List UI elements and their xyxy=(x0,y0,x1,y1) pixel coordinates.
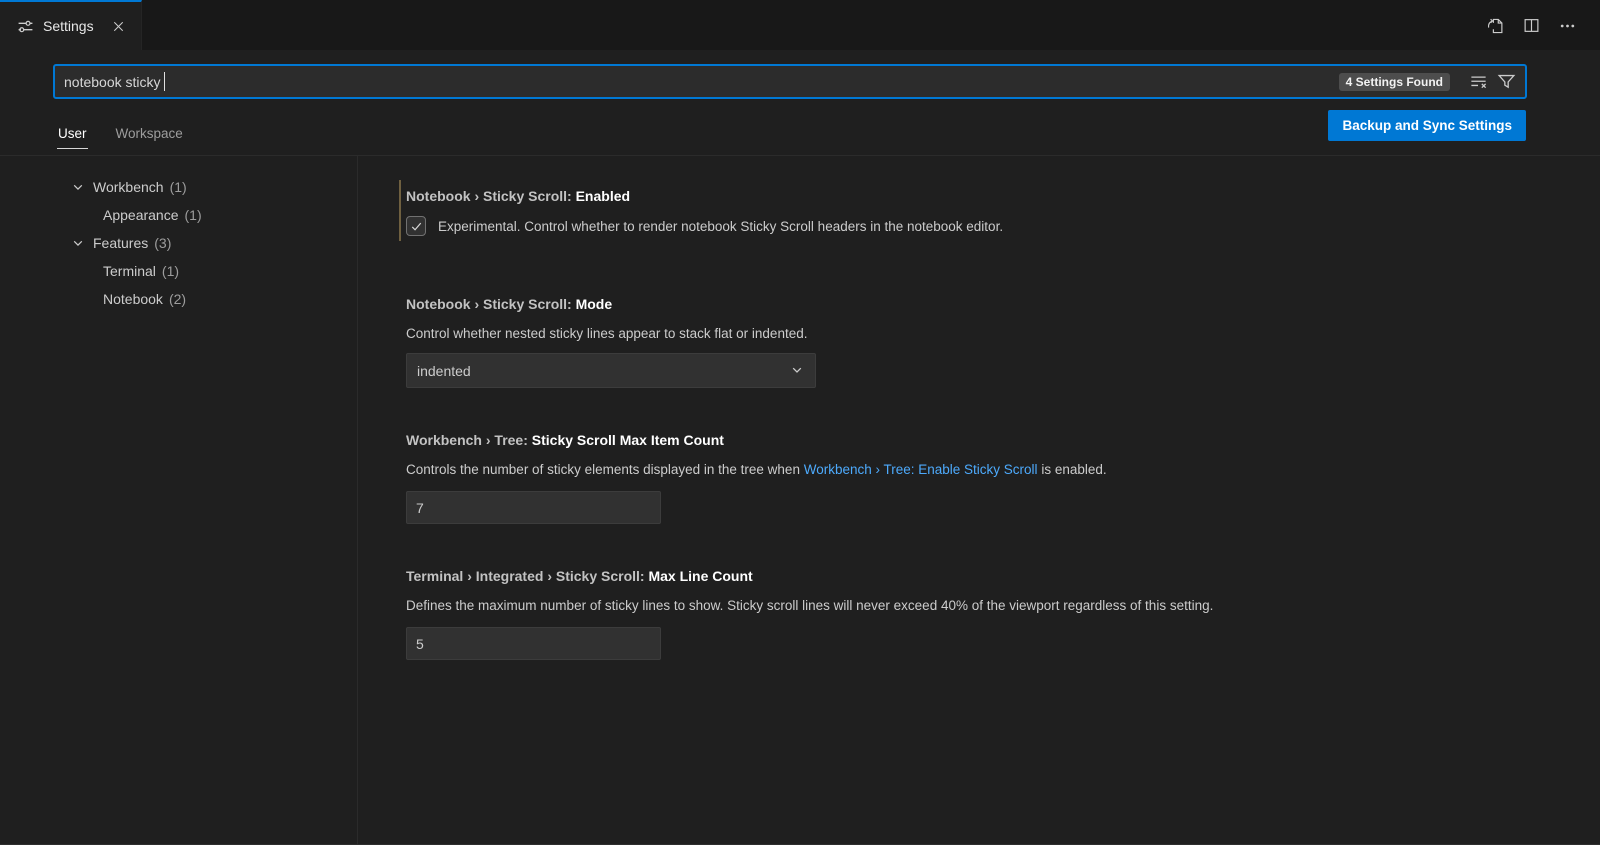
toc-count: (1) xyxy=(170,179,187,195)
toc-item-notebook[interactable]: Notebook (2) xyxy=(0,285,357,313)
toc-count: (1) xyxy=(185,207,202,223)
setting-tree-sticky-scroll-max-item-count: Workbench › Tree: Sticky Scroll Max Item… xyxy=(406,430,1560,524)
tab-title: Settings xyxy=(43,18,94,34)
toc-count: (2) xyxy=(169,291,186,307)
setting-description: Controls the number of sticky elements d… xyxy=(406,460,1560,479)
settings-list: Notebook › Sticky Scroll: Enabled Experi… xyxy=(358,156,1600,844)
tab-workspace[interactable]: Workspace xyxy=(115,126,184,149)
chevron-down-icon xyxy=(70,179,86,195)
setting-notebook-sticky-scroll-mode: Notebook › Sticky Scroll: Mode Control w… xyxy=(406,294,1560,388)
search-text: notebook sticky xyxy=(64,74,161,90)
chevron-down-icon xyxy=(789,362,806,379)
mode-select-dropdown[interactable]: indented xyxy=(406,353,816,388)
search-row: notebook sticky 4 Settings Found xyxy=(0,50,1600,99)
text-caret xyxy=(164,72,166,91)
editor-actions xyxy=(1487,0,1600,50)
toc-label: Appearance xyxy=(103,207,179,223)
setting-notebook-sticky-scroll-enabled: Notebook › Sticky Scroll: Enabled Experi… xyxy=(406,186,1560,236)
chevron-down-icon xyxy=(70,235,86,251)
toc-label: Notebook xyxy=(103,291,163,307)
backup-sync-settings-button[interactable]: Backup and Sync Settings xyxy=(1328,110,1526,141)
max-item-count-input[interactable] xyxy=(406,491,661,524)
scope-tabs: User Workspace xyxy=(57,126,184,155)
setting-title: Notebook › Sticky Scroll: Enabled xyxy=(406,186,1560,206)
close-icon[interactable] xyxy=(111,18,128,35)
settings-header: User Workspace Backup and Sync Settings xyxy=(0,99,1600,156)
open-settings-json-icon[interactable] xyxy=(1487,17,1504,34)
setting-terminal-sticky-scroll-max-line-count: Terminal › Integrated › Sticky Scroll: M… xyxy=(406,566,1560,660)
tab-user[interactable]: User xyxy=(57,126,88,149)
select-value: indented xyxy=(417,363,471,379)
setting-title: Terminal › Integrated › Sticky Scroll: M… xyxy=(406,566,1560,586)
results-count-badge: 4 Settings Found xyxy=(1339,73,1450,91)
setting-description: Defines the maximum number of sticky lin… xyxy=(406,596,1560,615)
toc-item-terminal[interactable]: Terminal (1) xyxy=(0,257,357,285)
toc-item-features[interactable]: Features (3) xyxy=(0,229,357,257)
setting-description: Experimental. Control whether to render … xyxy=(438,217,1003,236)
checkbox-checked[interactable] xyxy=(406,216,426,236)
checkmark-icon xyxy=(410,220,423,233)
filter-icon[interactable] xyxy=(1497,72,1516,91)
tab-settings[interactable]: Settings xyxy=(0,0,142,50)
split-editor-icon[interactable] xyxy=(1523,17,1540,34)
setting-title: Workbench › Tree: Sticky Scroll Max Item… xyxy=(406,430,1560,450)
clear-search-results-icon[interactable] xyxy=(1469,72,1488,91)
max-line-count-input[interactable] xyxy=(406,627,661,660)
settings-search-input[interactable]: notebook sticky 4 Settings Found xyxy=(53,64,1527,99)
more-actions-icon[interactable] xyxy=(1559,17,1576,34)
enable-sticky-scroll-link[interactable]: Workbench › Tree: Enable Sticky Scroll xyxy=(804,462,1038,477)
toc-label: Terminal xyxy=(103,263,156,279)
toc-item-appearance[interactable]: Appearance (1) xyxy=(0,201,357,229)
editor-tab-bar: Settings xyxy=(0,0,1600,50)
toc-count: (1) xyxy=(162,263,179,279)
settings-body: Workbench (1) Appearance (1) Features (3… xyxy=(0,156,1600,844)
toc-count: (3) xyxy=(154,235,171,251)
setting-title: Notebook › Sticky Scroll: Mode xyxy=(406,294,1560,314)
toc-label: Features xyxy=(93,235,148,251)
modified-indicator xyxy=(399,180,401,241)
toc-label: Workbench xyxy=(93,179,164,195)
vscode-settings-window: Settings xyxy=(0,0,1600,845)
settings-sliders-icon xyxy=(17,18,34,35)
toc-item-workbench[interactable]: Workbench (1) xyxy=(0,173,357,201)
setting-description: Control whether nested sticky lines appe… xyxy=(406,324,1560,343)
settings-toc-tree: Workbench (1) Appearance (1) Features (3… xyxy=(0,156,358,844)
